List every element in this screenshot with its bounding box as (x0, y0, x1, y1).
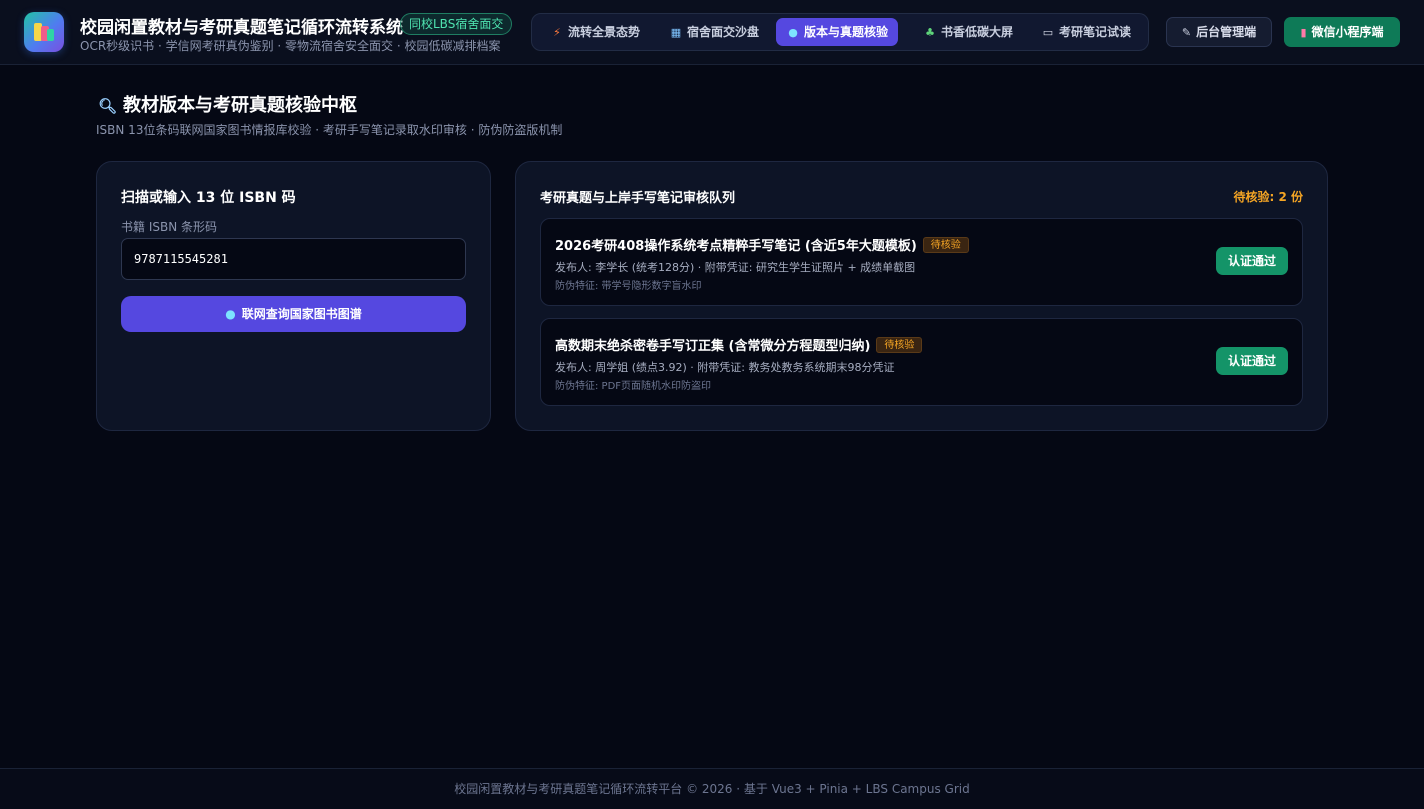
dot-icon: ● (788, 26, 798, 39)
tab-flow-overview[interactable]: ⚡ 流转全景态势 (540, 18, 650, 46)
lightning-icon: ⚡ (553, 26, 561, 39)
note-title: 2026考研408操作系统考点精粹手写笔记 (含近5年大题模板) (555, 239, 917, 254)
query-library-button[interactable]: ● 联网查询国家图书图谱 (121, 296, 466, 332)
wrench-icon: ✎ (1181, 26, 1192, 39)
list-item: 2026考研408操作系统考点精粹手写笔记 (含近5年大题模板) 待核验 发布人:… (540, 218, 1303, 306)
list-item: 高数期末绝杀密卷手写订正集 (含常微分方程题型归纳) 待核验 发布人: 周学姐 (… (540, 318, 1303, 406)
main-nav: ⚡ 流转全景态势 ▦ 宿舍面交沙盘 ● 版本与真题核验 ♣ 书香低碳大屏 ▭ 考研笔记试读 (531, 13, 1149, 51)
app-logo-icon (24, 12, 64, 52)
note-meta: 发布人: 李学长 (统考128分) · 附带凭证: 研究生学生证照片 + 成绩单… (555, 261, 916, 274)
review-queue-title: 考研真题与上岸手写笔记审核队列 (540, 191, 736, 206)
tab-notes-preview[interactable]: ▭ 考研笔记试读 (1031, 18, 1141, 46)
query-button-label: 联网查询国家图书图谱 (241, 307, 362, 321)
tab-low-carbon-screen[interactable]: ♣ 书香低碳大屏 (913, 18, 1023, 46)
top-bar: 校园闲置教材与考研真题笔记循环流转系统 同校LBS宿舍面交 OCR秒级识书 · … (0, 0, 1424, 65)
map-icon: ▦ (670, 26, 682, 39)
note-title-row: 高数期末绝杀密卷手写订正集 (含常微分方程题型归纳) 待核验 (555, 334, 923, 354)
admin-button[interactable]: ✎ 后台管理端 (1166, 17, 1272, 47)
page-subtitle: ISBN 13位条码联网国家图书情报库校验 · 考研手写笔记录取水印审核 · 防… (96, 123, 563, 137)
lbs-badge: 同校LBS宿舍面交 (400, 13, 513, 35)
note-title-row: 2026考研408操作系统考点精粹手写笔记 (含近5年大题模板) 待核验 (555, 234, 969, 254)
tab-verification[interactable]: ● 版本与真题核验 (776, 18, 899, 46)
pending-count: 待核验: 2 份 (1233, 190, 1303, 204)
approve-button[interactable]: 认证通过 (1216, 247, 1288, 275)
tab-dorm-sandbox[interactable]: ▦ 宿舍面交沙盘 (659, 18, 769, 46)
page-title: 🔍︎ 教材版本与考研真题核验中枢 (98, 91, 357, 117)
book-icon: ▭ (1042, 26, 1054, 39)
isbn-input[interactable] (121, 238, 466, 280)
admin-label: 后台管理端 (1196, 25, 1257, 39)
magnifier-icon: 🔍︎ (98, 97, 118, 115)
tab-label: 版本与真题核验 (804, 25, 889, 39)
tab-label: 流转全景态势 (568, 25, 641, 39)
note-meta: 发布人: 周学姐 (绩点3.92) · 附带凭证: 教务处教务系统期末98分凭证 (555, 361, 895, 374)
phone-icon: ▮ (1300, 26, 1307, 39)
app-subtitle: OCR秒级识书 · 学信网考研真伪鉴别 · 零物流宿舍安全面交 · 校园低碳减排… (80, 39, 501, 53)
tab-label: 书香低碳大屏 (941, 25, 1014, 39)
isbn-panel: 扫描或输入 13 位 ISBN 码 书籍 ISBN 条形码 ● 联网查询国家图书图… (96, 161, 491, 431)
sprout-icon: ♣ (925, 26, 935, 39)
footer: 校园闲置教材与考研真题笔记循环流转平台 © 2026 · 基于 Vue3 + P… (0, 768, 1424, 809)
status-badge: 待核验 (922, 236, 969, 253)
isbn-panel-title: 扫描或输入 13 位 ISBN 码 (121, 190, 296, 206)
miniprogram-label: 微信小程序端 (1311, 25, 1384, 39)
page-title-text: 教材版本与考研真题核验中枢 (123, 95, 358, 116)
status-badge: 待核验 (876, 336, 923, 353)
note-feature: 防伪特征: 带学号隐形数字盲水印 (555, 281, 702, 292)
isbn-field-label: 书籍 ISBN 条形码 (121, 220, 217, 234)
tab-label: 宿舍面交沙盘 (687, 25, 760, 39)
tab-label: 考研笔记试读 (1059, 25, 1132, 39)
dot-icon: ● (225, 307, 236, 321)
miniprogram-button[interactable]: ▮ 微信小程序端 (1284, 17, 1400, 47)
note-title: 高数期末绝杀密卷手写订正集 (含常微分方程题型归纳) (555, 339, 871, 354)
review-queue-panel: 考研真题与上岸手写笔记审核队列 待核验: 2 份 2026考研408操作系统考点… (515, 161, 1328, 431)
approve-button[interactable]: 认证通过 (1216, 347, 1288, 375)
note-feature: 防伪特征: PDF页面随机水印防盗印 (555, 381, 712, 392)
app-title: 校园闲置教材与考研真题笔记循环流转系统 (80, 18, 403, 38)
